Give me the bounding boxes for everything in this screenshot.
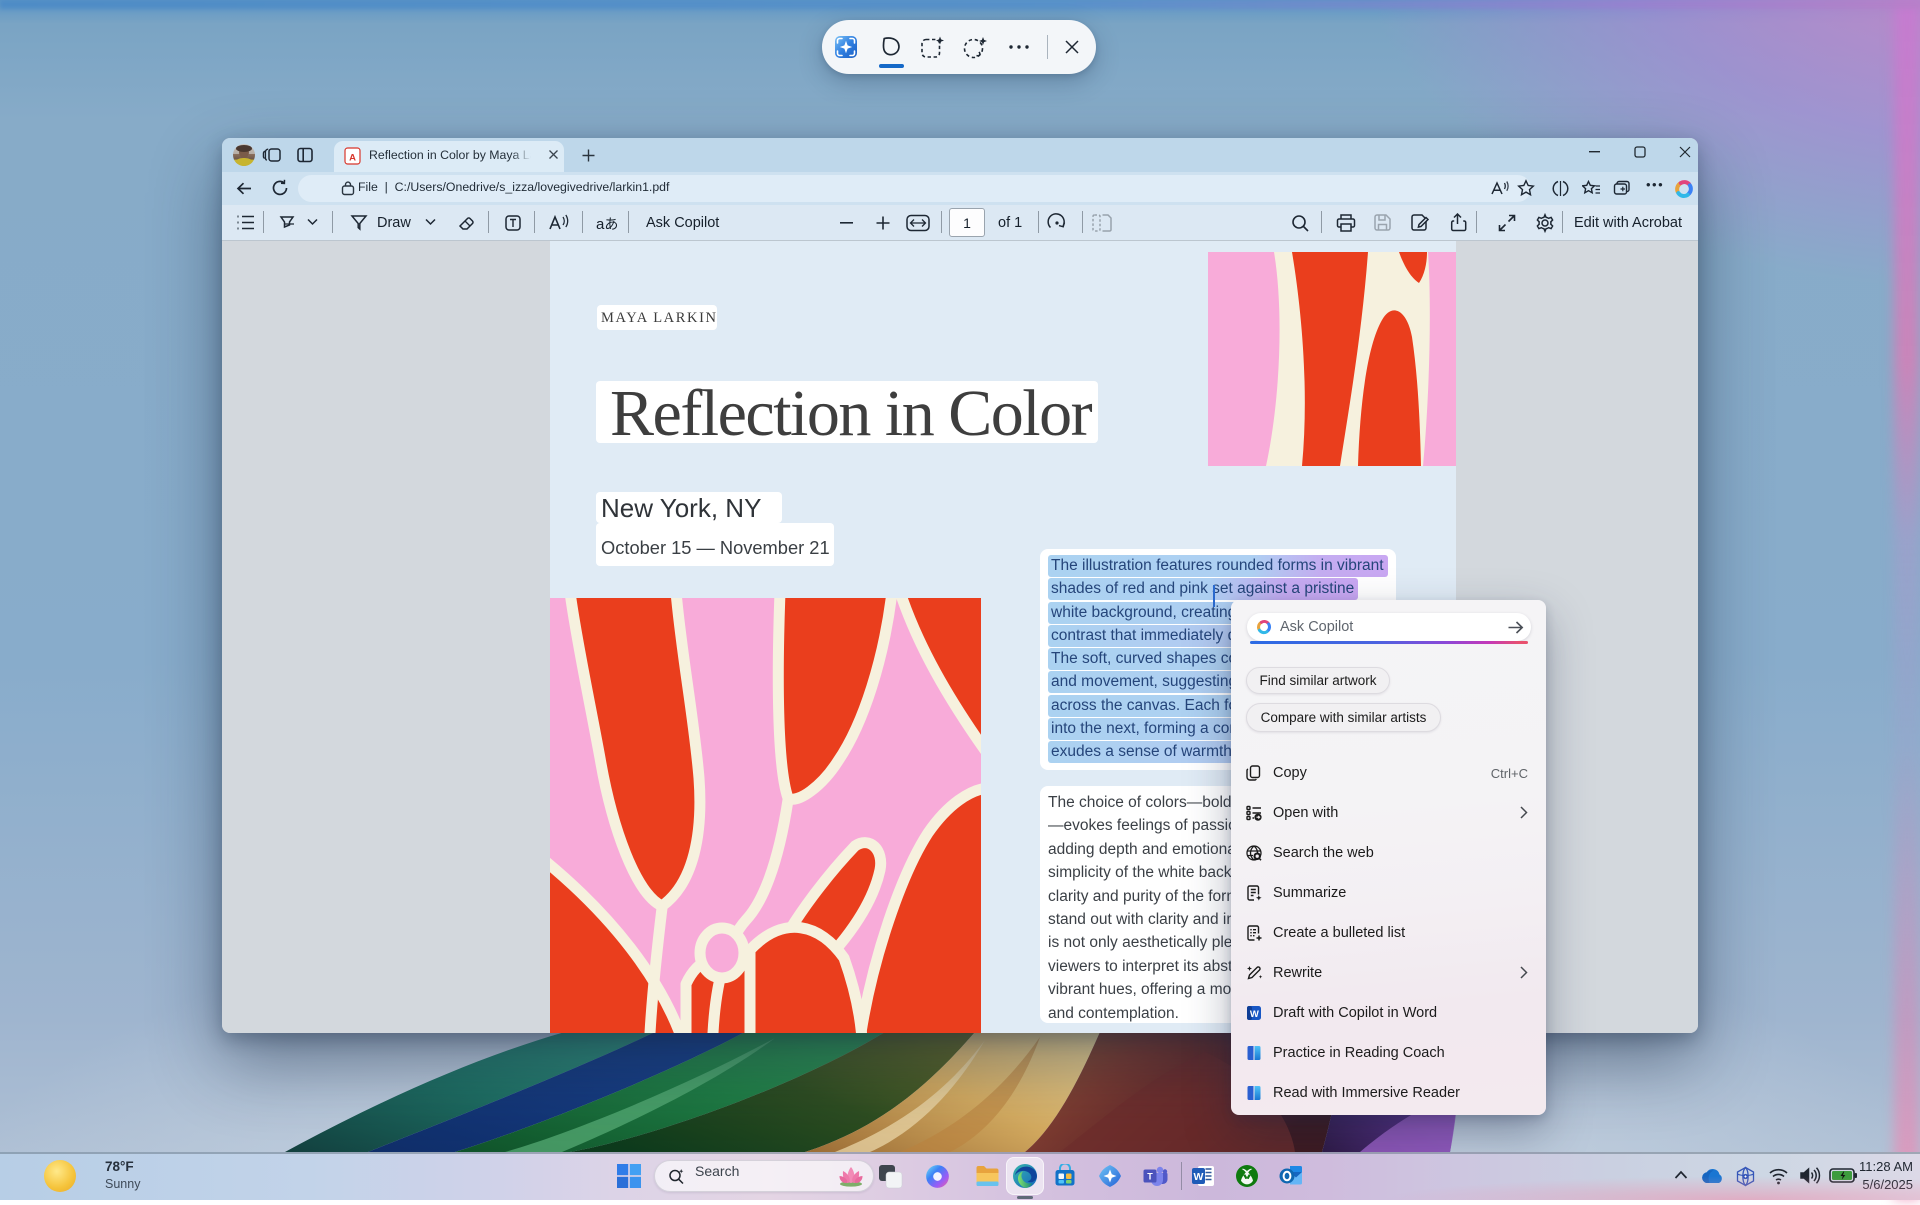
svg-text:W: W bbox=[1194, 1171, 1204, 1183]
svg-text:T: T bbox=[1147, 1171, 1153, 1181]
svg-text:A: A bbox=[349, 153, 356, 164]
svg-text:W: W bbox=[1250, 1009, 1259, 1020]
